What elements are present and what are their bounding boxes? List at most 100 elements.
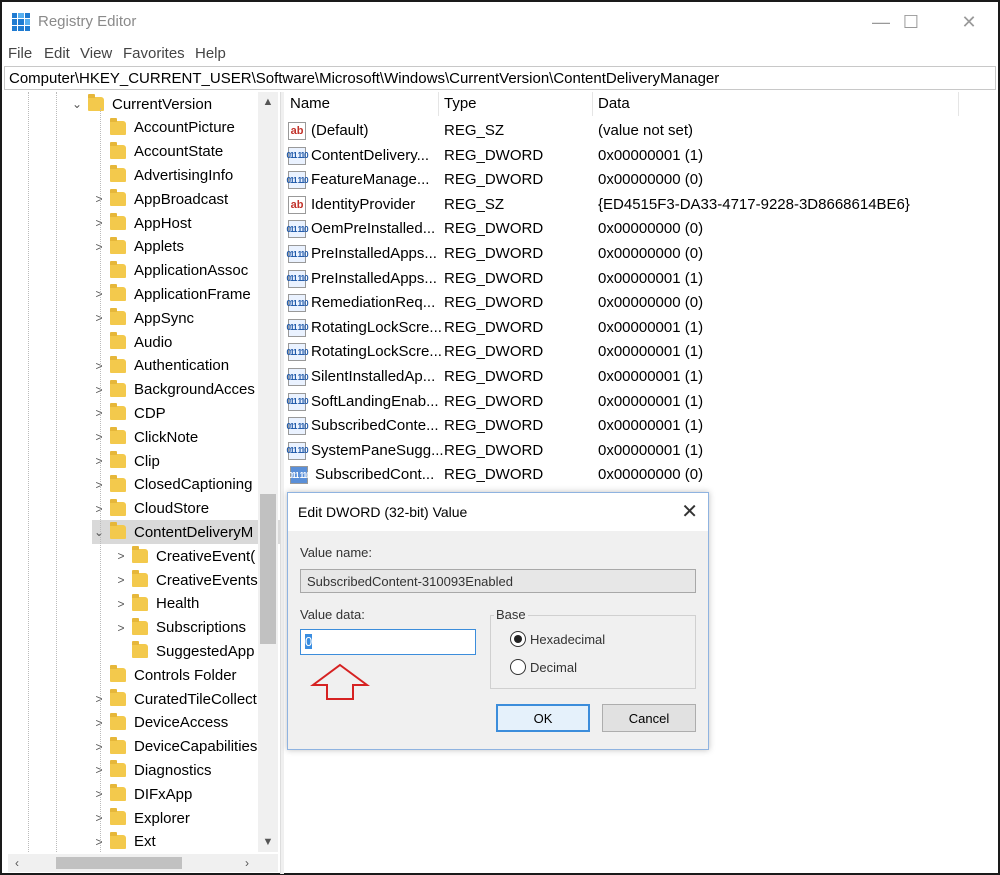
expand-chevron-icon[interactable]: >	[114, 573, 128, 587]
expand-chevron-icon[interactable]: >	[92, 383, 106, 397]
tree-item-child[interactable]: > Health	[114, 592, 280, 616]
tree-item[interactable]: Controls Folder	[92, 663, 280, 687]
menu-view[interactable]: View	[80, 45, 112, 62]
expand-chevron-icon[interactable]: >	[92, 287, 106, 301]
value-row[interactable]: 011 110 SubscribedConte... REG_DWORD 0x0000…	[286, 414, 986, 438]
cancel-button[interactable]: Cancel	[602, 704, 696, 732]
decimal-radio[interactable]	[510, 659, 526, 675]
expand-chevron-icon[interactable]: >	[92, 406, 106, 420]
expand-chevron-icon[interactable]: >	[114, 621, 128, 635]
value-row[interactable]: 011 110 PreInstalledApps... REG_DWORD 0x000…	[286, 267, 986, 291]
tree-item[interactable]: > ClickNote	[92, 425, 280, 449]
expand-chevron-icon[interactable]: >	[92, 811, 106, 825]
expand-chevron-icon[interactable]: >	[92, 478, 106, 492]
scroll-up-arrow-icon[interactable]: ▲	[258, 92, 278, 112]
value-row[interactable]: 011 110 SystemPaneSugg... REG_DWORD 0x00000…	[286, 439, 986, 463]
expand-chevron-icon[interactable]: >	[114, 549, 128, 563]
expand-chevron-icon[interactable]: >	[92, 716, 106, 730]
value-row[interactable]: 011 110 SubscribedCont... REG_DWORD 0x00000…	[286, 463, 986, 487]
tree-item-child[interactable]: SuggestedApp	[114, 639, 280, 663]
expand-chevron-icon[interactable]: >	[92, 430, 106, 444]
tree-item-currentversion[interactable]: ⌄ CurrentVersion	[70, 92, 280, 116]
expand-chevron-icon[interactable]: >	[92, 740, 106, 754]
pane-splitter[interactable]	[280, 92, 284, 874]
expand-chevron-icon[interactable]: >	[114, 597, 128, 611]
dialog-close-icon[interactable]: ✕	[681, 499, 698, 524]
tree-item-child[interactable]: > Subscriptions	[114, 616, 280, 640]
collapse-chevron-icon[interactable]: ⌄	[70, 97, 84, 111]
value-data-input[interactable]: 0	[300, 629, 476, 655]
scroll-right-arrow-icon[interactable]: ›	[238, 854, 256, 872]
value-row[interactable]: 011 110 FeatureManage... REG_DWORD 0x000000…	[286, 168, 986, 192]
ok-button[interactable]: OK	[496, 704, 590, 732]
tree-item[interactable]: > CuratedTileCollect	[92, 687, 280, 711]
column-header-name[interactable]: Name	[290, 95, 330, 117]
decimal-label[interactable]: Decimal	[530, 660, 577, 675]
close-button[interactable]: ✕	[946, 2, 992, 42]
expand-chevron-icon[interactable]: >	[92, 240, 106, 254]
expand-chevron-icon[interactable]: >	[92, 216, 106, 230]
tree-item[interactable]: > AppBroadcast	[92, 187, 280, 211]
value-row[interactable]: 011 110 RotatingLockScre... REG_DWORD 0x000…	[286, 340, 986, 364]
menu-file[interactable]: File	[8, 45, 32, 62]
menu-help[interactable]: Help	[195, 45, 226, 62]
value-row[interactable]: 011 110 SilentInstalledAp... REG_DWORD 0x00…	[286, 365, 986, 389]
tree-item[interactable]: > AppHost	[92, 211, 280, 235]
tree-item[interactable]: > DeviceAccess	[92, 711, 280, 735]
hexadecimal-label[interactable]: Hexadecimal	[530, 632, 605, 647]
value-row[interactable]: 011 110 SoftLandingEnab... REG_DWORD 0x0000…	[286, 390, 986, 414]
tree-item[interactable]: > DIFxApp	[92, 782, 280, 806]
column-header-data[interactable]: Data	[598, 95, 630, 117]
tree-item[interactable]: > AppSync	[92, 306, 280, 330]
expand-chevron-icon[interactable]: >	[92, 692, 106, 706]
value-row[interactable]: ab (Default) REG_SZ (value not set)	[286, 119, 986, 143]
tree-item[interactable]: Audio	[92, 330, 280, 354]
value-row[interactable]: 011 110 RemediationReq... REG_DWORD 0x00000…	[286, 291, 986, 315]
tree-item[interactable]: ApplicationAssoc	[92, 259, 280, 283]
tree-item[interactable]: > Clip	[92, 449, 280, 473]
maximize-button[interactable]: ☐	[888, 2, 934, 42]
expand-chevron-icon[interactable]: >	[92, 454, 106, 468]
expand-chevron-icon[interactable]: >	[92, 835, 106, 849]
tree-item[interactable]: ⌄ ContentDeliveryM	[92, 520, 280, 545]
column-header-type[interactable]: Type	[444, 95, 477, 117]
expand-chevron-icon[interactable]: >	[92, 359, 106, 373]
hexadecimal-radio[interactable]	[510, 631, 526, 647]
tree-item[interactable]: AdvertisingInfo	[92, 163, 280, 187]
tree-item[interactable]: > Applets	[92, 235, 280, 259]
tree-item[interactable]: > Authentication	[92, 354, 280, 378]
tree-item[interactable]: > ApplicationFrame	[92, 282, 280, 306]
tree-item[interactable]: > Ext	[92, 830, 280, 852]
tree-item[interactable]: AccountState	[92, 140, 280, 164]
expand-chevron-icon[interactable]: >	[92, 787, 106, 801]
value-row[interactable]: 011 110 PreInstalledApps... REG_DWORD 0x000…	[286, 242, 986, 266]
menu-edit[interactable]: Edit	[44, 45, 70, 62]
tree-item[interactable]: > Diagnostics	[92, 758, 280, 782]
address-bar[interactable]: Computer\HKEY_CURRENT_USER\Software\Micr…	[4, 66, 996, 90]
column-divider[interactable]	[592, 92, 593, 116]
tree-item[interactable]: AccountPicture	[92, 116, 280, 140]
tree-item[interactable]: > CloudStore	[92, 497, 280, 521]
tree-item[interactable]: > BackgroundAcces	[92, 378, 280, 402]
value-row[interactable]: 011 110 ContentDelivery... REG_DWORD 0x0000…	[286, 144, 986, 168]
tree-horizontal-scrollbar[interactable]: ‹ ›	[8, 854, 278, 872]
expand-chevron-icon[interactable]: >	[92, 763, 106, 777]
scroll-down-arrow-icon[interactable]: ▼	[258, 832, 278, 852]
tree-item[interactable]: > ClosedCaptioning	[92, 473, 280, 497]
tree-hscroll-thumb[interactable]	[56, 857, 182, 869]
value-row[interactable]: ab IdentityProvider REG_SZ {ED4515F3-DA33-4…	[286, 193, 986, 217]
tree-scroll-thumb[interactable]	[260, 494, 276, 644]
tree-item[interactable]: > DeviceCapabilities	[92, 735, 280, 759]
column-divider[interactable]	[958, 92, 959, 116]
expand-chevron-icon[interactable]: >	[92, 311, 106, 325]
tree-item[interactable]: > Explorer	[92, 806, 280, 830]
expand-chevron-icon[interactable]: >	[92, 192, 106, 206]
value-row[interactable]: 011 110 RotatingLockScre... REG_DWORD 0x000…	[286, 316, 986, 340]
scroll-left-arrow-icon[interactable]: ‹	[8, 854, 26, 872]
value-row[interactable]: 011 110 OemPreInstalled... REG_DWORD 0x0000…	[286, 217, 986, 241]
column-divider[interactable]	[438, 92, 439, 116]
expand-chevron-icon[interactable]: >	[92, 502, 106, 516]
tree-item[interactable]: > CDP	[92, 401, 280, 425]
tree-item-child[interactable]: > CreativeEvents	[114, 568, 280, 592]
tree-item-child[interactable]: > CreativeEvent(	[114, 544, 280, 568]
